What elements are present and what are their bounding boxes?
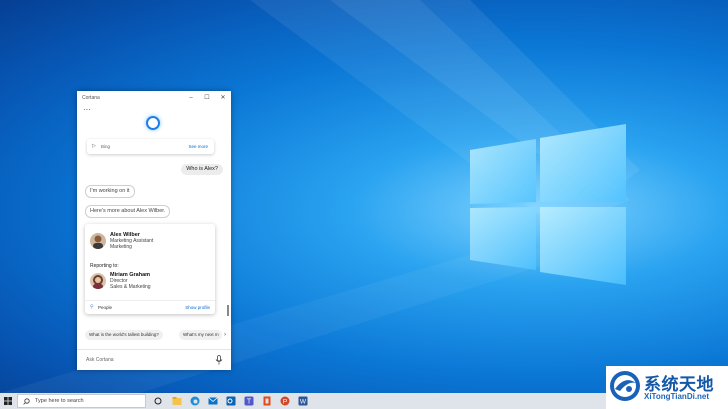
avatar-alex-wilber (90, 233, 106, 249)
bing-icon: ▷ (92, 143, 96, 149)
people-icon: ⚲ (90, 304, 94, 310)
reporting-to-label: Reporting to: (90, 263, 119, 269)
user-query-bubble: Who is Alex? (181, 164, 223, 175)
svg-text:P: P (283, 399, 287, 406)
start-button-icon[interactable] (4, 397, 12, 405)
edge-icon[interactable] (190, 396, 200, 406)
taskbar-search-box[interactable]: Type here to search (17, 394, 146, 408)
suggestion-chip[interactable]: What is the world's tallest building? (85, 330, 163, 340)
site-watermark: 系统天地 XiTongTianDi.net (606, 366, 728, 409)
windows-logo (470, 124, 626, 285)
search-icon (23, 398, 30, 405)
suggestion-chip[interactable]: What's my next m (179, 330, 222, 340)
watermark-logo (610, 371, 640, 401)
person-card[interactable]: Alex Wilber Marketing Assistant Marketin… (85, 224, 215, 314)
more-options-button[interactable]: ··· (83, 105, 91, 114)
maximize-button[interactable]: ☐ (199, 91, 215, 104)
desktop-wallpaper: Cortana – ☐ ✕ ··· ▷ Bing See more Who is… (0, 0, 728, 393)
window-title: Cortana (82, 94, 100, 101)
file-explorer-icon[interactable] (172, 396, 182, 406)
mail-icon[interactable] (208, 396, 218, 406)
show-profile-link[interactable]: Show profile (185, 305, 210, 310)
ask-cortana-input[interactable]: Ask Cortana (86, 357, 114, 363)
office-icon[interactable] (262, 396, 272, 406)
search-input[interactable]: Type here to search (35, 398, 84, 404)
cortana-titlebar[interactable]: Cortana – ☐ ✕ (77, 91, 231, 104)
avatar-miriam-graham (90, 273, 106, 289)
bot-message: I'm working on it (85, 185, 135, 198)
watermark-url: XiTongTianDi.net (644, 392, 710, 401)
people-label: People (98, 305, 113, 310)
cortana-window: Cortana – ☐ ✕ ··· ▷ Bing See more Who is… (77, 91, 231, 370)
task-view-icon[interactable] (153, 396, 163, 406)
bot-message: Here's more about Alex Wilber. (85, 205, 171, 218)
microphone-icon[interactable] (215, 355, 223, 365)
cortana-ring-icon (146, 116, 160, 130)
close-button[interactable]: ✕ (215, 91, 231, 104)
manager-department: Sales & Marketing (110, 284, 151, 290)
scrollbar-thumb[interactable] (227, 305, 229, 316)
chevron-right-icon[interactable]: › (224, 330, 226, 340)
person-department: Marketing (110, 244, 132, 250)
svg-text:T: T (247, 399, 252, 406)
powerpoint-icon[interactable]: P (280, 396, 290, 406)
minimize-button[interactable]: – (183, 91, 199, 104)
bing-label: Bing (101, 144, 111, 149)
bing-card[interactable]: ▷ Bing See more (87, 139, 214, 154)
ask-cortana-bar[interactable]: Ask Cortana (77, 349, 231, 371)
see-more-link[interactable]: See more (188, 144, 208, 149)
outlook-icon[interactable] (226, 396, 236, 406)
word-icon[interactable]: W (298, 396, 308, 406)
teams-icon[interactable]: T (244, 396, 254, 406)
svg-text:W: W (300, 399, 307, 406)
